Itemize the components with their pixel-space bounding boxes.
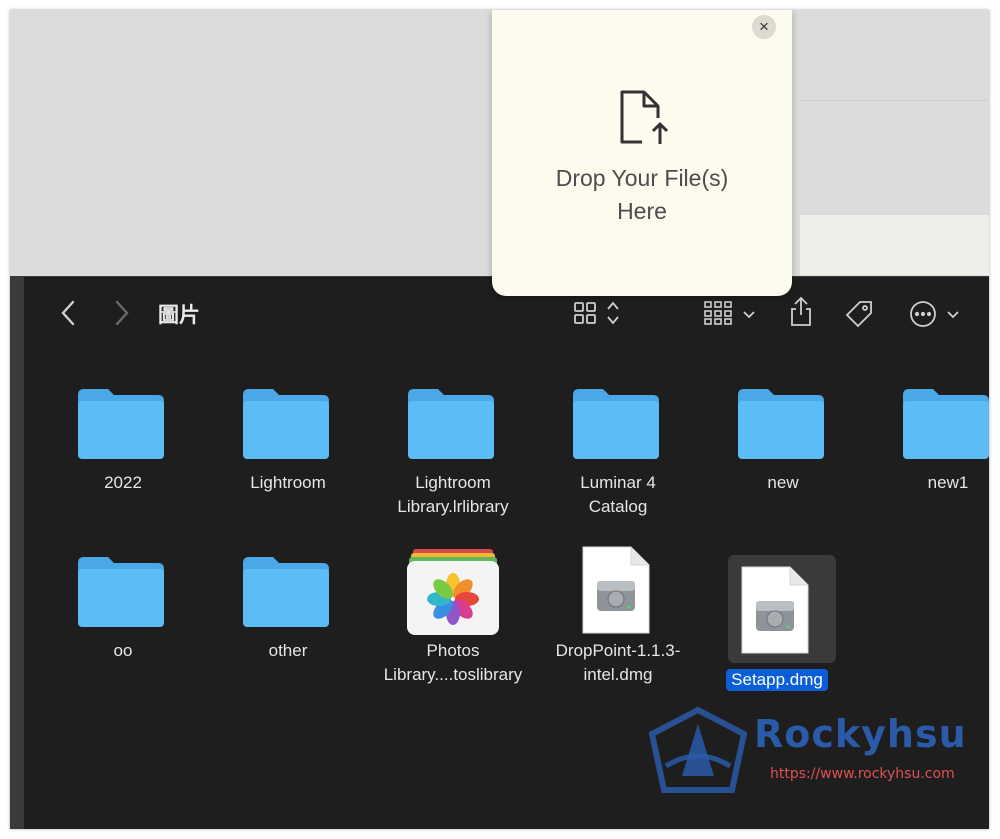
drop-instruction-line2: Here (617, 198, 667, 224)
folder-title: 圖片 (158, 304, 200, 327)
file-item[interactable]: Lightroom Library.lrlibrary (378, 377, 528, 519)
tag-icon[interactable] (844, 299, 874, 334)
watermark: Rockyhsu https://www.rockyhsu.com (646, 706, 966, 806)
back-button[interactable] (60, 299, 76, 332)
file-item-selected[interactable]: Setapp.dmg (702, 555, 852, 691)
file-upload-icon (620, 90, 669, 144)
file-item[interactable]: new (708, 377, 858, 495)
disk-image-icon (582, 546, 650, 634)
share-icon[interactable] (789, 295, 813, 332)
file-item[interactable]: Lightroom (213, 377, 363, 495)
screenshot-frame: 圖片 2022 Lightroom Lightroom Library.lrli… (10, 10, 989, 829)
file-item[interactable]: other (213, 545, 363, 663)
folder-icon (78, 557, 164, 627)
sidebar-edge (10, 277, 24, 829)
file-item[interactable]: 2022 (48, 377, 198, 495)
close-button[interactable]: × (752, 15, 776, 39)
watermark-url: https://www.rockyhsu.com (770, 766, 955, 782)
drop-instruction-line1: Drop Your File(s) (555, 165, 729, 191)
folder-icon (738, 389, 824, 459)
file-item[interactable]: Luminar 4 Catalog (543, 377, 693, 519)
watermark-brand: Rockyhsu (754, 712, 967, 756)
selected-file-label: Setapp.dmg (726, 669, 828, 691)
chevron-down-icon[interactable] (947, 307, 959, 325)
view-grid-icon[interactable] (573, 301, 597, 330)
file-item[interactable]: DropPoint-1.1.3- intel.dmg (543, 545, 693, 687)
group-icon[interactable] (704, 301, 734, 330)
folder-icon (903, 389, 989, 459)
more-icon[interactable] (909, 300, 937, 333)
drop-zone-panel[interactable]: × Drop Your File(s) Here (492, 10, 792, 296)
file-item[interactable]: Photos Library....toslibrary (378, 545, 528, 687)
photos-library-icon (407, 549, 499, 635)
chevron-down-icon[interactable] (743, 307, 755, 325)
watermark-logo-icon (648, 706, 748, 793)
file-item[interactable]: new1 (873, 377, 989, 495)
file-item[interactable]: oo (48, 545, 198, 663)
folder-icon (78, 389, 164, 459)
sort-chevron-icon[interactable] (606, 299, 620, 332)
folder-icon (573, 389, 659, 459)
folder-icon (408, 389, 494, 459)
disk-image-icon (741, 566, 809, 654)
folder-icon (243, 389, 329, 459)
folder-icon (243, 557, 329, 627)
forward-button[interactable] (114, 299, 130, 332)
